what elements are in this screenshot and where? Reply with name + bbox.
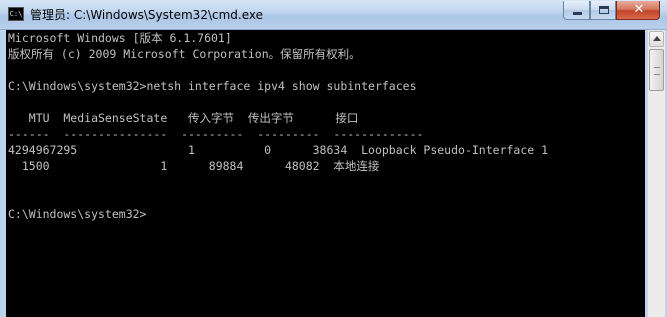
minimize-icon (573, 12, 582, 15)
scroll-up-button[interactable] (649, 31, 664, 47)
cmd-icon[interactable]: C:\ (8, 7, 24, 21)
minimize-button[interactable] (563, 1, 590, 20)
close-icon: ✕ (633, 2, 645, 17)
table-separator: ------ --------------- --------- -------… (8, 127, 424, 141)
title-bar[interactable]: C:\ 管理员: C:\Windows\System32\cmd.exe ✕ (0, 0, 667, 30)
console-line-version: Microsoft Windows [版本 6.1.7601] (8, 31, 232, 45)
console-prompt[interactable]: C:\Windows\system32> (8, 206, 146, 222)
console-line-command: C:\Windows\system32>netsh interface ipv4… (8, 79, 417, 93)
maximize-icon (599, 6, 609, 14)
window-title: 管理员: C:\Windows\System32\cmd.exe (30, 8, 263, 22)
grip-icon (654, 67, 660, 75)
console-output[interactable]: Microsoft Windows [版本 6.1.7601] 版权所有 (c)… (6, 30, 645, 317)
console-line-copyright: 版权所有 (c) 2009 Microsoft Corporation。保留所有… (8, 47, 361, 61)
table-row-loopback: 4294967295 1 0 38634 Loopback Pseudo-Int… (8, 143, 549, 157)
table-header: MTU MediaSenseState 传入字节 传出字节 接口 (8, 111, 359, 125)
table-row-local: 1500 1 89884 48082 本地连接 (8, 159, 380, 173)
scroll-thumb[interactable] (649, 49, 664, 91)
vertical-scrollbar[interactable] (647, 30, 665, 317)
close-button[interactable]: ✕ (616, 1, 660, 20)
maximize-button[interactable] (590, 1, 616, 20)
cmd-window: C:\ 管理员: C:\Windows\System32\cmd.exe ✕ M… (0, 0, 667, 317)
